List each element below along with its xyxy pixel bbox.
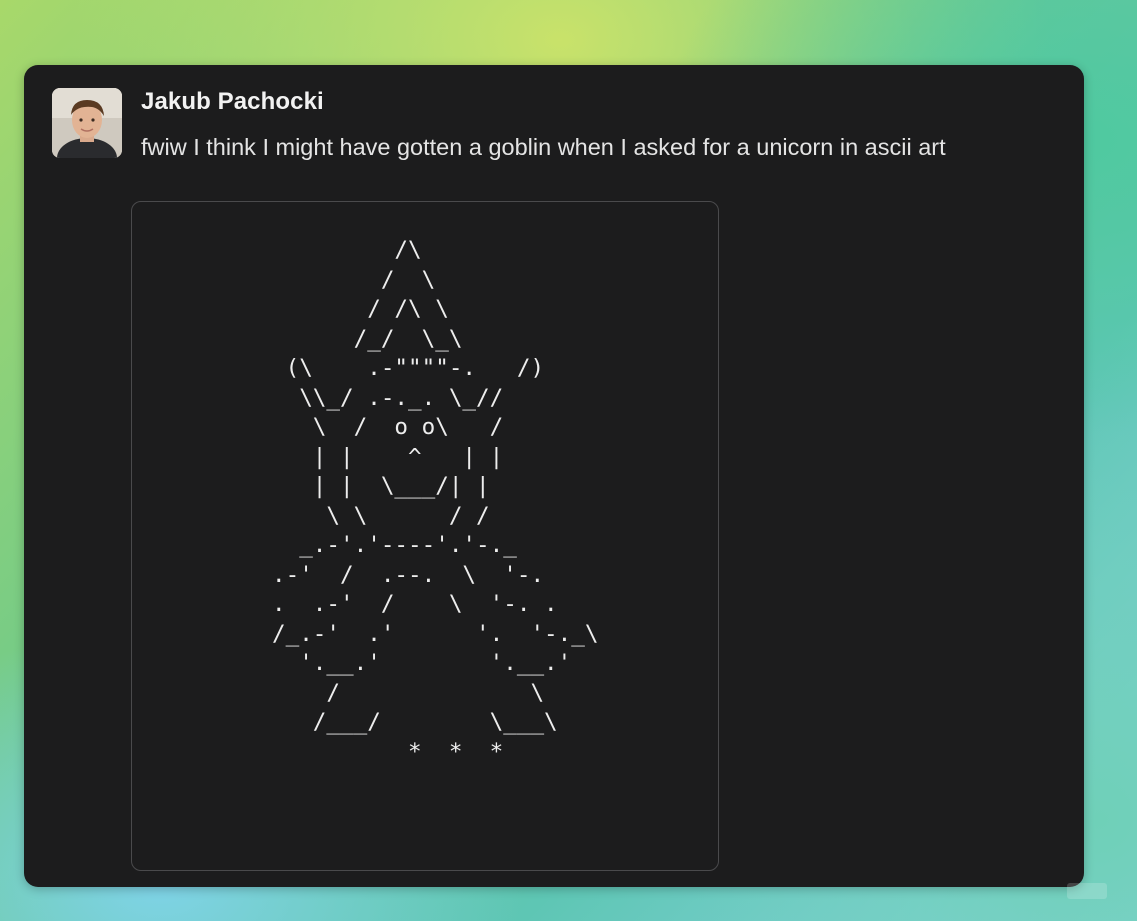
watermark-icon	[1067, 883, 1107, 899]
message-text: fwiw I think I might have gotten a gobli…	[141, 134, 946, 160]
message-author[interactable]: Jakub Pachocki	[141, 88, 324, 116]
user-avatar[interactable]	[52, 88, 122, 158]
avatar-photo-icon	[52, 88, 122, 158]
ascii-art-text: /\ / \ / /\ \ /_/ \_\ (\ .-""""-. /) \\_…	[272, 237, 599, 765]
